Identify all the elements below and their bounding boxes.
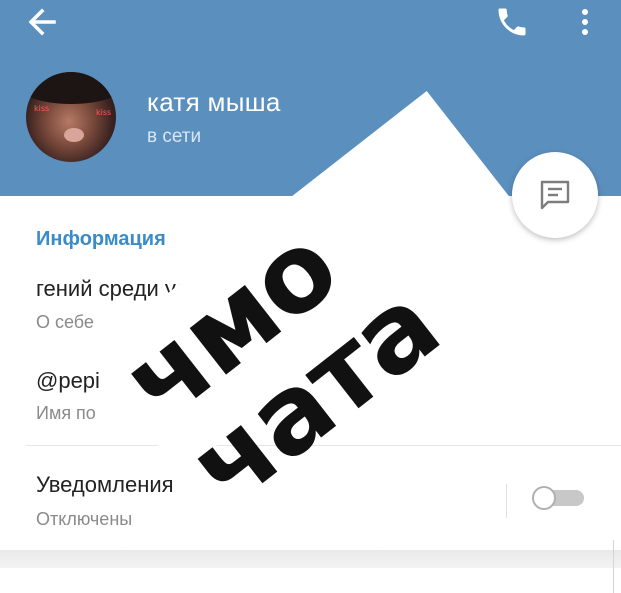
avatar-caption-right: kiss [96,108,112,117]
avatar-mouth [64,128,84,142]
notifications-toggle[interactable] [532,486,584,510]
toggle-knob [532,486,556,510]
toggle-separator [506,484,507,518]
back-button[interactable] [24,6,60,38]
username-value[interactable]: @pepi [36,368,100,394]
profile-screen: kiss kiss катя мыша в сети Информация ге… [0,0,621,593]
more-vertical-icon [582,9,588,35]
info-section-title: Информация [36,228,166,250]
send-message-button[interactable] [512,152,598,238]
avatar[interactable]: kiss kiss [26,72,116,162]
phone-icon [498,8,526,36]
right-edge-line [613,540,614,593]
avatar-hair [26,72,116,104]
arrow-left-icon [28,8,56,36]
notifications-status: Отключены [36,509,133,529]
profile-name: катя мыша [147,87,281,117]
notifications-title: Уведомления [36,472,174,497]
profile-status: в сети [147,126,202,147]
section-shadow [0,550,621,568]
message-icon [540,180,570,210]
more-options-button[interactable] [574,4,596,40]
username-label: Имя по [36,403,96,423]
about-label: О себе [36,312,94,332]
avatar-caption-left: kiss [34,104,50,113]
call-button[interactable] [494,4,530,40]
